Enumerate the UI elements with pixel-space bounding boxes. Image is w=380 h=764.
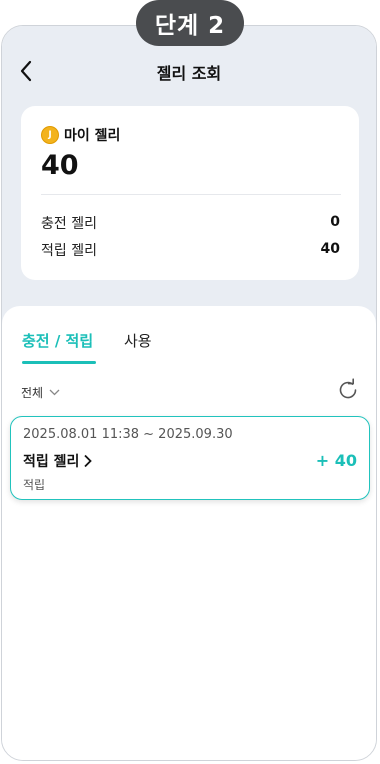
phone-frame: 젤리 조회 J 마이 젤리 40 충전 젤리 0 적립 젤리 40 충전 / 적… (1, 25, 377, 761)
my-jelly-label: 마이 젤리 (64, 128, 121, 144)
charge-jelly-label: 충전 젤리 (41, 216, 97, 232)
chevron-right-icon (84, 454, 93, 468)
filter-selected-value: 전체 (21, 386, 44, 400)
filter-dropdown[interactable]: 전체 (21, 384, 60, 401)
history-item[interactable]: 2025.08.01 11:38 ~ 2025.09.30 적립 젤리 + 40… (10, 416, 370, 500)
page-title: 젤리 조회 (156, 64, 222, 83)
jelly-coin-icon: J (41, 126, 59, 144)
active-tab-indicator (22, 361, 96, 364)
summary-section: 젤리 조회 J 마이 젤리 40 충전 젤리 0 적립 젤리 40 (2, 26, 376, 326)
item-title-link[interactable]: 적립 젤리 (23, 451, 93, 471)
item-type: 적립 (23, 478, 46, 492)
charge-jelly-value: 0 (330, 214, 340, 230)
earned-jelly-value: 40 (320, 241, 340, 257)
step-badge: 단계 2 (136, 0, 244, 46)
chevron-down-icon (49, 389, 60, 396)
item-amount: + 40 (315, 451, 357, 470)
total-jelly-value: 40 (41, 150, 79, 181)
tab-usage[interactable]: 사용 (124, 330, 152, 351)
earned-jelly-label: 적립 젤리 (41, 243, 97, 259)
item-period: 2025.08.01 11:38 ~ 2025.09.30 (23, 427, 233, 442)
refresh-icon (339, 378, 357, 399)
item-title: 적립 젤리 (23, 454, 80, 470)
my-jelly-header: J 마이 젤리 (41, 125, 120, 145)
refresh-button[interactable] (336, 378, 360, 402)
app-header: 젤리 조회 (2, 56, 376, 86)
my-jelly-card: J 마이 젤리 40 충전 젤리 0 적립 젤리 40 (21, 106, 359, 280)
card-divider (41, 194, 341, 195)
tab-charge-earn[interactable]: 충전 / 적립 (22, 330, 93, 351)
history-section: 충전 / 적립 사용 전체 2025.08.01 11:38 ~ 2025.09… (2, 306, 376, 760)
